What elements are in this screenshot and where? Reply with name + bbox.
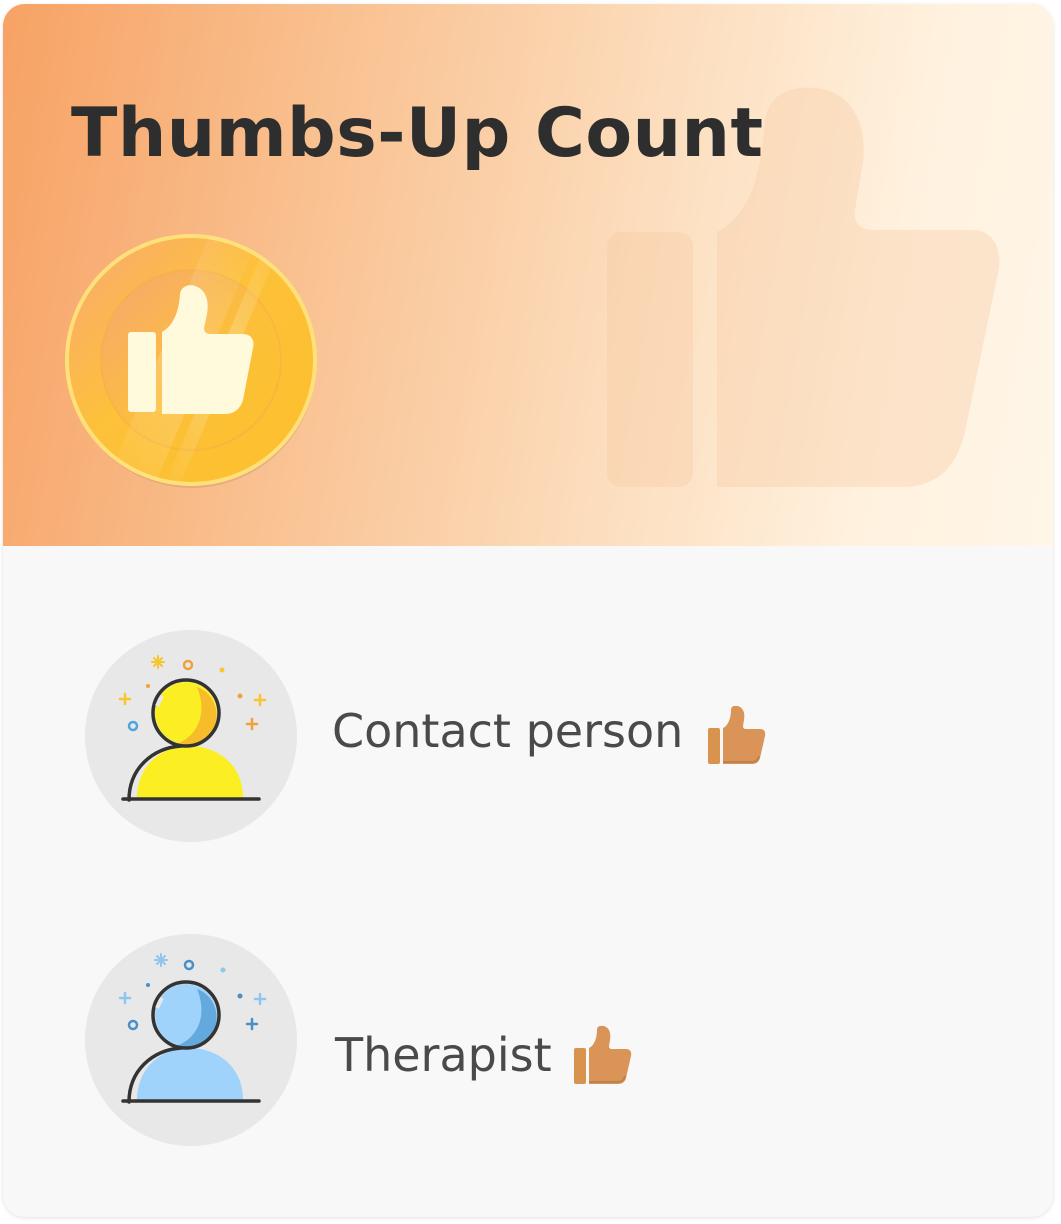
thumbs-up-list: Contact person Therapist — [3, 546, 1053, 1217]
gold-thumbs-up-medal-icon — [65, 234, 317, 488]
thumbs-up-count-card: Thumbs-Up Count Contact person Therapist — [3, 4, 1053, 1217]
thumbs-up-icon — [574, 1026, 632, 1084]
list-item-therapist: Therapist — [3, 932, 1053, 1152]
user-avatar-blue-icon — [85, 934, 297, 1146]
item-label-therapist: Therapist — [335, 1028, 552, 1082]
list-item-contact-person: Contact person — [3, 628, 1053, 848]
thumbs-up-icon — [708, 706, 766, 764]
card-header: Thumbs-Up Count — [3, 4, 1053, 546]
user-avatar-yellow-icon — [85, 630, 297, 842]
page-title: Thumbs-Up Count — [71, 94, 764, 173]
item-label-contact-person: Contact person — [332, 704, 684, 758]
